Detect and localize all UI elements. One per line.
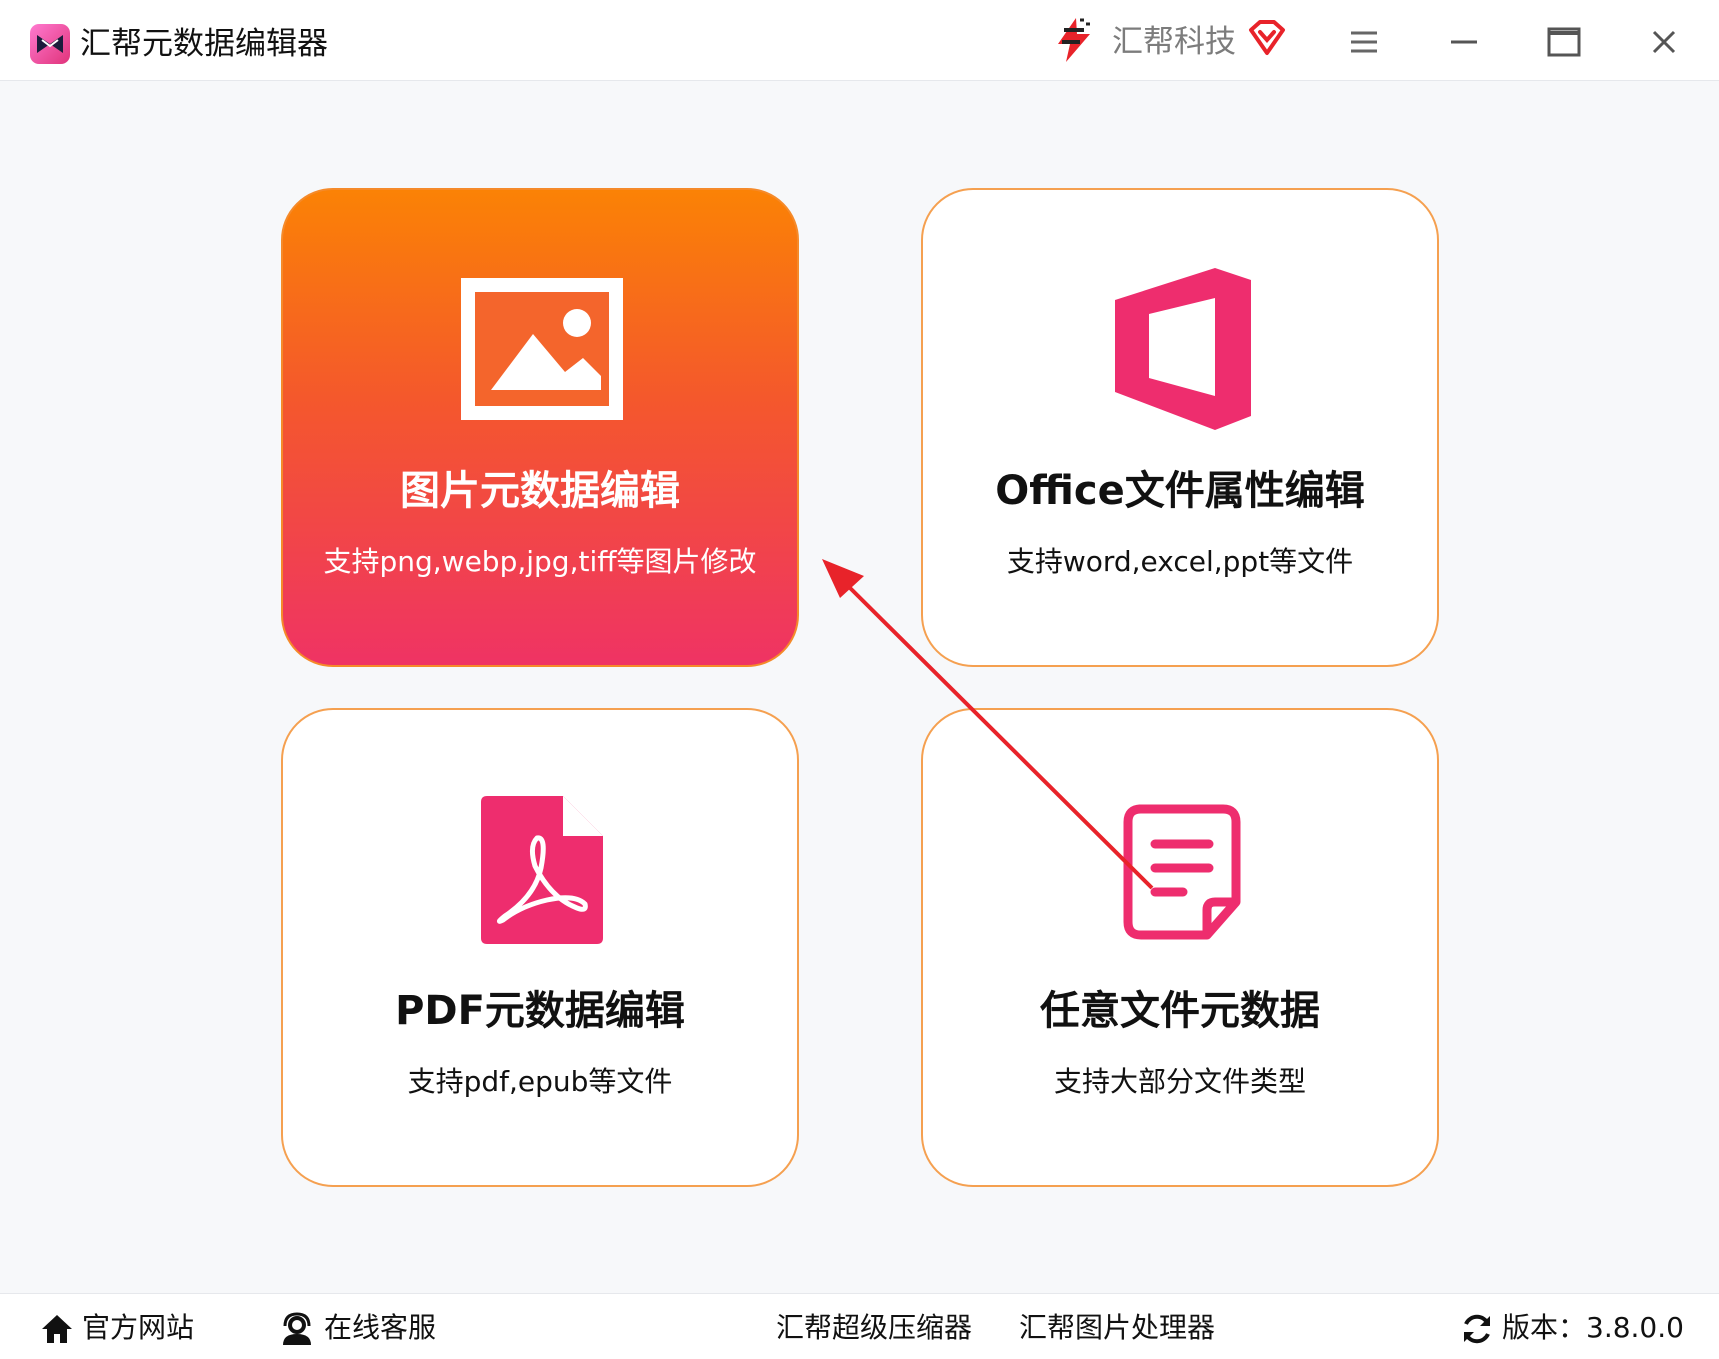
app-logo-icon	[30, 24, 70, 64]
any-file-metadata-card[interactable]: 任意文件元数据 支持大部分文件类型	[921, 708, 1439, 1187]
maximize-button[interactable]	[1542, 20, 1586, 64]
pdf-metadata-card[interactable]: PDF元数据编辑 支持pdf,epub等文件	[281, 708, 799, 1187]
vip-diamond-icon[interactable]	[1248, 20, 1286, 56]
pdf-icon	[481, 796, 603, 944]
footer-bar: 官方网站 在线客服 汇帮超级压缩器 汇帮图片处理器 版本：3.8.0.0	[0, 1293, 1719, 1359]
maximize-icon	[1547, 27, 1581, 57]
document-note-icon	[1123, 804, 1241, 940]
customer-service-icon	[283, 1312, 311, 1345]
card-subtitle: 支持pdf,epub等文件	[407, 1065, 673, 1098]
card-title: Office文件属性编辑	[995, 468, 1365, 514]
card-title: 任意文件元数据	[1040, 988, 1320, 1034]
minimize-button[interactable]	[1442, 20, 1486, 64]
photo-processor-link[interactable]: 汇帮图片处理器	[1019, 1306, 1215, 1350]
card-subtitle: 支持png,webp,jpg,tiff等图片修改	[323, 545, 757, 578]
image-metadata-card[interactable]: 图片元数据编辑 支持png,webp,jpg,tiff等图片修改	[281, 188, 799, 667]
compressor-link[interactable]: 汇帮超级压缩器	[776, 1306, 972, 1350]
image-icon	[461, 278, 623, 420]
annotation-arrow	[822, 559, 1154, 890]
version-label: 版本：3.8.0.0	[1502, 1311, 1684, 1344]
card-subtitle: 支持大部分文件类型	[1053, 1065, 1306, 1098]
version-info[interactable]: 版本：3.8.0.0	[1460, 1306, 1700, 1350]
service-label: 在线客服	[324, 1311, 437, 1344]
card-title: PDF元数据编辑	[395, 988, 685, 1034]
close-icon	[1652, 30, 1676, 54]
app-title: 汇帮元数据编辑器	[80, 26, 328, 62]
minimize-icon	[1451, 40, 1477, 44]
card-title: 图片元数据编辑	[400, 468, 680, 514]
home-icon	[42, 1315, 72, 1343]
brand-logo-icon	[1058, 18, 1090, 62]
website-label: 官方网站	[82, 1311, 195, 1344]
online-service-link[interactable]: 在线客服	[280, 1306, 460, 1350]
close-button[interactable]	[1642, 20, 1686, 64]
office-properties-card[interactable]: Office文件属性编辑 支持word,excel,ppt等文件	[921, 188, 1439, 667]
hamburger-icon	[1351, 31, 1377, 53]
card-subtitle: 支持word,excel,ppt等文件	[1006, 545, 1354, 578]
app-window: 汇帮元数据编辑器 汇帮科技 图片元数据编辑 支持png,webp,jpg,tif…	[0, 0, 1719, 1359]
menu-button[interactable]	[1342, 20, 1386, 64]
title-bar: 汇帮元数据编辑器 汇帮科技	[0, 0, 1719, 81]
refresh-icon	[1464, 1314, 1490, 1344]
brand-name: 汇帮科技	[1112, 24, 1236, 60]
office-icon	[1115, 268, 1251, 430]
official-website-link[interactable]: 官方网站	[40, 1306, 210, 1350]
